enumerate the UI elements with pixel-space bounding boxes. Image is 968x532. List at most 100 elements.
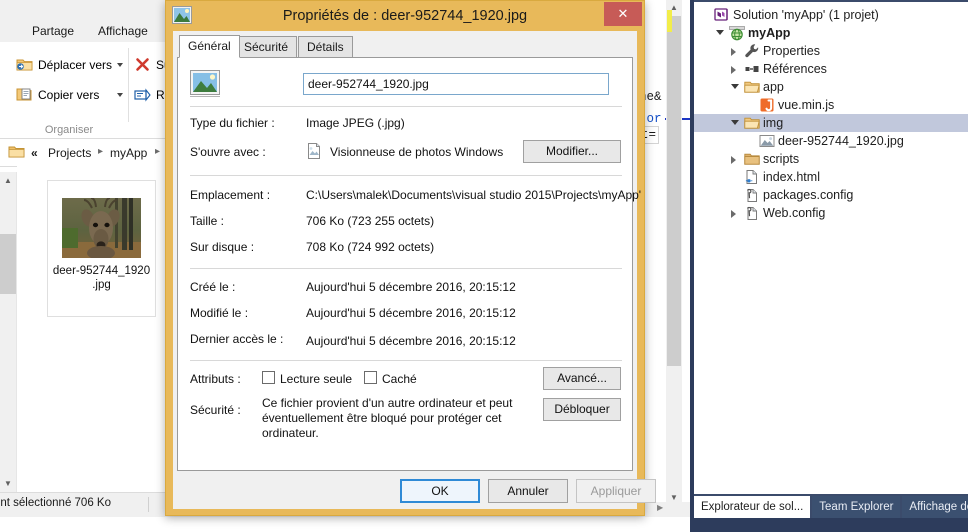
folder-open-icon [744, 79, 760, 95]
references-icon [744, 61, 760, 77]
ribbon-copier-vers[interactable]: Copier vers [16, 82, 126, 108]
tree-item-r-f-rences[interactable]: Références [694, 60, 968, 78]
file-tile-label: deer-952744_1920 .jpg [50, 264, 153, 292]
solution-icon [714, 7, 730, 23]
avance-button[interactable]: Avancé... [543, 367, 621, 390]
tree-item-deer-952744-1920-jpg[interactable]: deer-952744_1920.jpg [694, 132, 968, 150]
tab-partage[interactable]: Partage [22, 20, 84, 42]
tree-item-myapp[interactable]: myApp [694, 24, 968, 42]
html-file-icon [744, 169, 760, 185]
label-souvre-avec: S'ouvre avec : [190, 145, 266, 159]
vs-tab-team-explorer[interactable]: Team Explorer [812, 496, 901, 518]
appliquer-button: Appliquer [576, 479, 656, 503]
file-properties-dialog: Propriétés de : deer-952744_1920.jpg ✕ G… [165, 0, 656, 516]
expand-arrow-closed-icon[interactable] [730, 60, 739, 78]
tree-item-label: packages.config [763, 188, 854, 202]
modifier-button[interactable]: Modifier... [523, 140, 621, 163]
tree-item-web-config[interactable]: Web.config [694, 204, 968, 222]
explorer-vertical-scrollbar[interactable]: ▲ ▼ [0, 172, 17, 492]
breadcrumb-separator-icon: ▸ [155, 146, 161, 157]
config-file-icon [744, 187, 760, 203]
scrollbar-thumb[interactable] [667, 16, 681, 366]
expand-arrow-open-icon[interactable] [730, 78, 739, 96]
folder-closed-icon [744, 151, 760, 167]
rename-icon [134, 86, 151, 103]
dialog-titlebar[interactable]: Propriétés de : deer-952744_1920.jpg ✕ [166, 1, 644, 31]
tree-item-label: myApp [748, 26, 791, 40]
tree-item-label: Properties [763, 44, 820, 58]
tree-item-solution-myapp-1-projet[interactable]: Solution 'myApp' (1 projet) [694, 6, 968, 24]
label-emplacement: Emplacement : [190, 188, 271, 202]
value-souvre-avec: Visionneuse de photos Windows [330, 145, 504, 159]
checkbox-lecture-seule[interactable] [262, 371, 275, 384]
folder-icon [8, 144, 25, 160]
label-type-fichier: Type du fichier : [190, 116, 275, 130]
expand-arrow-closed-icon[interactable] [730, 150, 739, 168]
photo-viewer-icon [306, 143, 322, 159]
tree-item-packages-config[interactable]: packages.config [694, 186, 968, 204]
tab-general[interactable]: Général [179, 35, 240, 58]
scroll-down-icon[interactable]: ▼ [0, 475, 16, 492]
tree-item-label: deer-952744_1920.jpg [778, 134, 904, 148]
expand-arrow-open-icon[interactable] [715, 24, 724, 42]
status-selection-text: ément sélectionné 706 Ko [0, 497, 111, 509]
dialog-body: Général Sécurité Détails Type du fichier… [173, 31, 656, 509]
ribbon-group-organiser: Déplacer vers Copier vers Organiser [8, 42, 130, 138]
file-preview-icon [190, 70, 220, 97]
scrollbar-thumb[interactable] [0, 234, 16, 294]
folder-open-icon [744, 115, 760, 131]
label-sur-disque: Sur disque : [190, 240, 255, 254]
expand-arrow-open-icon[interactable] [730, 114, 739, 132]
security-message: Ce fichier provient d'un autre ordinateu… [262, 396, 513, 440]
chevron-down-icon[interactable] [117, 93, 123, 97]
checkbox-cache[interactable] [364, 371, 377, 384]
label-cache: Caché [382, 372, 417, 386]
value-emplacement: C:\Users\malek\Documents\visual studio 2… [306, 188, 642, 202]
ok-button[interactable]: OK [400, 479, 480, 503]
vs-bottom-bar [690, 518, 968, 532]
tree-item-vue-min-js[interactable]: vue.min.js [694, 96, 968, 114]
debloquer-button[interactable]: Débloquer [543, 398, 621, 421]
ribbon-group-supprimer: Su Re [128, 42, 171, 138]
tree-item-label: scripts [763, 152, 800, 166]
divider-2 [190, 175, 622, 176]
breadcrumb-projects[interactable]: Projects [48, 145, 91, 161]
label-attributs: Attributs : [190, 372, 241, 386]
tab-details[interactable]: Détails [298, 36, 353, 58]
vs-tab-affichage-de-cl[interactable]: Affichage de cl [902, 496, 968, 518]
scroll-up-icon[interactable]: ▲ [0, 172, 16, 189]
tab-affichage[interactable]: Affichage [88, 20, 158, 42]
label-lecture-seule: Lecture seule [280, 372, 353, 386]
divider-4 [190, 360, 622, 361]
web-project-icon [729, 25, 745, 41]
ribbon-group-label: Organiser [44, 124, 94, 136]
filename-input[interactable] [303, 73, 609, 95]
divider-1 [190, 106, 622, 107]
tree-item-properties[interactable]: Properties [694, 42, 968, 60]
tree-item-app[interactable]: app [694, 78, 968, 96]
chevron-down-icon[interactable] [117, 63, 123, 67]
ribbon-deplacer-vers[interactable]: Déplacer vers [16, 52, 126, 78]
expand-arrow-closed-icon[interactable] [730, 42, 739, 60]
tab-securite[interactable]: Sécurité [235, 36, 298, 58]
vs-tab-explorateur-de-sol[interactable]: Explorateur de sol... [694, 496, 811, 518]
file-tile-deer-jpg[interactable]: deer-952744_1920 .jpg [47, 180, 156, 317]
status-divider [148, 497, 149, 512]
file-name-line2: .jpg [92, 279, 111, 291]
annuler-button[interactable]: Annuler [488, 479, 568, 503]
breadcrumb-myapp[interactable]: myApp [110, 145, 147, 161]
label-modifie-le: Modifié le : [190, 306, 249, 320]
tree-item-index-html[interactable]: index.html [694, 168, 968, 186]
scroll-right-icon[interactable]: ▶ [657, 503, 663, 512]
tree-item-scripts[interactable]: scripts [694, 150, 968, 168]
expand-arrow-closed-icon[interactable] [730, 204, 739, 222]
tree-item-img[interactable]: img [694, 114, 968, 132]
js-file-icon [759, 97, 775, 113]
tree-item-label: index.html [763, 170, 820, 184]
editor-vertical-scrollbar[interactable]: ▲ ▼ [666, 0, 682, 506]
breadcrumb-separator-icon: ▸ [98, 146, 104, 157]
breadcrumb-overflow[interactable]: « [31, 145, 38, 161]
close-icon[interactable]: ✕ [604, 2, 642, 26]
tab-page-general: Type du fichier : Image JPEG (.jpg) S'ou… [177, 57, 641, 471]
ribbon-copier-vers-label: Copier vers [38, 88, 100, 102]
